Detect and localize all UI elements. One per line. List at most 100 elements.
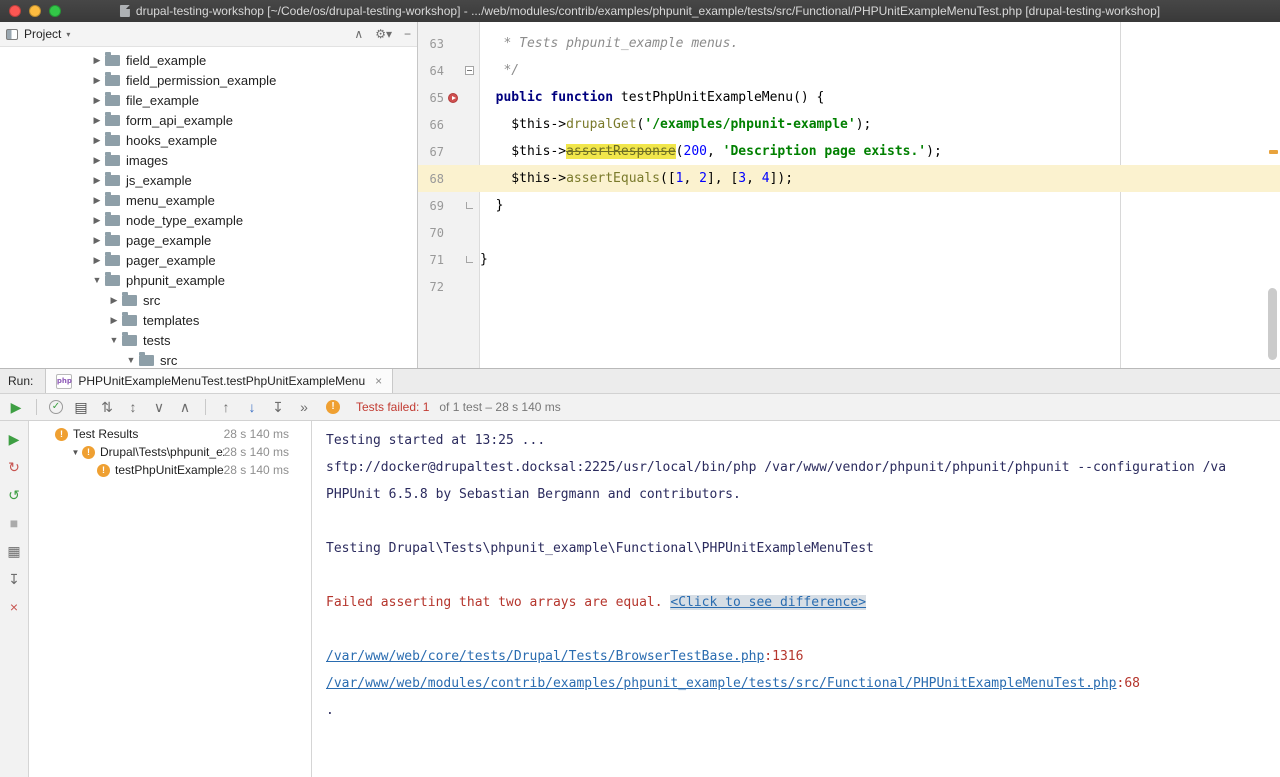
sort-alphabetically-button[interactable]: ↕ [125,399,141,415]
tree-expand-icon[interactable]: ▶ [90,115,104,126]
tree-collapse-icon[interactable]: ▼ [124,355,138,365]
project-tree-item-tests[interactable]: ▼tests [0,330,417,350]
project-tree-item-js_example[interactable]: ▶js_example [0,170,417,190]
console-link[interactable]: /var/www/web/modules/contrib/examples/ph… [326,676,1117,691]
editor-scrollbar[interactable] [1268,288,1277,360]
run-tab[interactable]: php PHPUnitExampleMenuTest.testPhpUnitEx… [45,369,393,393]
project-tree-item-page_example[interactable]: ▶page_example [0,230,417,250]
failed-test-gutter-icon[interactable] [448,93,458,103]
project-tree-item-field_example[interactable]: ▶field_example [0,50,417,70]
code-line-text[interactable]: public function testPhpUnitExampleMenu()… [480,84,824,111]
toolbar-overflow-chevron[interactable]: » [296,399,312,415]
console-link[interactable]: <Click to see difference> [670,595,866,610]
line-number[interactable]: 64 [418,64,444,78]
project-tree-item-field_permission_example[interactable]: ▶field_permission_example [0,70,417,90]
close-button[interactable]: × [6,599,22,615]
fold-marker-icon[interactable] [466,256,473,263]
collapse-all-button[interactable]: ∧ [354,27,363,41]
tab-close-icon[interactable]: × [375,374,382,388]
tree-expand-icon[interactable]: ▶ [90,235,104,246]
close-window-button[interactable] [9,5,21,17]
project-tree-item-templates[interactable]: ▶templates [0,310,417,330]
settings-gear-button[interactable]: ⚙▾ [375,27,392,41]
hide-panel-button[interactable]: − [404,27,411,41]
code-line-text[interactable]: */ [480,57,519,84]
code-line-text[interactable]: $this->assertEquals([1, 2], [3, 4]); [480,165,793,192]
toggle-auto-test-button[interactable]: ↺ [6,487,22,503]
tree-collapse-icon[interactable]: ▼ [107,335,121,345]
stop-button[interactable]: ■ [6,515,22,531]
project-tree-item-node_type_example[interactable]: ▶node_type_example [0,210,417,230]
project-tree-item-menu_example[interactable]: ▶menu_example [0,190,417,210]
toggle-show-passed-button[interactable]: ✓ [49,400,63,414]
project-tree-item-hooks_example[interactable]: ▶hooks_example [0,130,417,150]
test-history-button[interactable]: ↧ [6,571,22,587]
error-stripe-mark[interactable] [1269,150,1278,154]
rerun-failed-tests-button[interactable]: ↻ [6,459,22,475]
project-view-dropdown-icon[interactable]: ▾ [66,30,70,39]
project-editor-splitter[interactable] [417,22,419,368]
line-number[interactable]: 69 [418,199,444,213]
tree-expand-icon[interactable]: ▶ [107,295,121,306]
tree-expand-icon[interactable]: ▶ [90,155,104,166]
project-tree-item-file_example[interactable]: ▶file_example [0,90,417,110]
project-tree-item-src[interactable]: ▶src [0,290,417,310]
tree-expand-icon[interactable]: ▶ [90,135,104,146]
minimize-window-button[interactable] [29,5,41,17]
code-line-text[interactable]: } [480,246,488,273]
line-number[interactable]: 63 [418,37,444,51]
line-number[interactable]: 70 [418,226,444,240]
toggle-test-output-button[interactable]: ▤ [73,399,89,415]
previous-failed-test-button[interactable]: ↑ [218,399,234,415]
tree-expand-icon[interactable]: ▶ [90,215,104,226]
code-line-text[interactable]: } [480,192,503,219]
console-link[interactable]: /var/www/web/core/tests/Drupal/Tests/Bro… [326,649,764,664]
test-results-tree[interactable]: !Test Results28 s 140 ms▼!Drupal\Tests\p… [29,421,312,777]
run-panel-splitter[interactable] [0,367,1280,369]
project-tree-item-images[interactable]: ▶images [0,150,417,170]
line-number[interactable]: 65 [418,91,444,105]
project-tree-item-form_api_example[interactable]: ▶form_api_example [0,110,417,130]
line-number[interactable]: 72 [418,280,444,294]
next-failed-test-button[interactable]: ↓ [244,399,260,415]
code-line-text[interactable]: $this->drupalGet('/examples/phpunit-exam… [480,111,871,138]
import-test-results-button[interactable]: ↧ [270,399,286,415]
line-number[interactable]: 67 [418,145,444,159]
fold-marker-icon[interactable] [465,66,474,75]
test-tree-item[interactable]: !Test Results28 s 140 ms [29,425,311,443]
collapse-all-button[interactable]: ∧ [177,399,193,415]
tree-expand-icon[interactable]: ▶ [90,255,104,266]
tree-collapse-icon[interactable]: ▼ [90,275,104,285]
code-line-text[interactable]: * Tests phpunit_example menus. [480,30,738,57]
expand-all-button[interactable]: ∨ [151,399,167,415]
console-output[interactable]: Testing started at 13:25 ...sftp://docke… [312,421,1280,777]
line-number[interactable]: 68 [418,172,444,186]
rerun-button[interactable]: ▶ [6,431,22,447]
line-number[interactable]: 71 [418,253,444,267]
code-token: $this-> [480,117,566,132]
tree-expand-icon[interactable]: ▶ [90,175,104,186]
tree-collapse-icon[interactable]: ▼ [69,448,82,457]
code-line-text[interactable]: $this->assertResponse(200, 'Description … [480,138,942,165]
project-tree-item-phpunit_example[interactable]: ▼phpunit_example [0,270,417,290]
project-tree[interactable]: ▶field_example▶field_permission_example▶… [0,47,417,368]
tree-expand-icon[interactable]: ▶ [90,95,104,106]
code-editor[interactable]: 63 * Tests phpunit_example menus. 64 */ 65… [418,22,1280,368]
tree-expand-icon[interactable]: ▶ [90,75,104,86]
project-tree-item-pager_example[interactable]: ▶pager_example [0,250,417,270]
rerun-tests-button[interactable]: ▶ [8,399,24,415]
project-tree-item-src[interactable]: ▼src [0,350,417,368]
line-number[interactable]: 66 [418,118,444,132]
gutter-icon-area [444,93,462,103]
project-panel-header[interactable]: Project ▾ ∧⚙▾− [0,22,417,47]
window-titlebar[interactable]: drupal-testing-workshop [~/Code/os/drupa… [0,0,1280,22]
fold-marker-icon[interactable] [466,202,473,209]
tree-expand-icon[interactable]: ▶ [90,55,104,66]
restore-layout-button[interactable]: ▦ [6,543,22,559]
test-tree-item[interactable]: ▼!Drupal\Tests\phpunit_ex28 s 140 ms [29,443,311,461]
test-tree-item[interactable]: !testPhpUnitExampleM28 s 140 ms [29,461,311,479]
sort-by-duration-button[interactable]: ⇅ [99,399,115,415]
tree-expand-icon[interactable]: ▶ [107,315,121,326]
tree-expand-icon[interactable]: ▶ [90,195,104,206]
zoom-window-button[interactable] [49,5,61,17]
